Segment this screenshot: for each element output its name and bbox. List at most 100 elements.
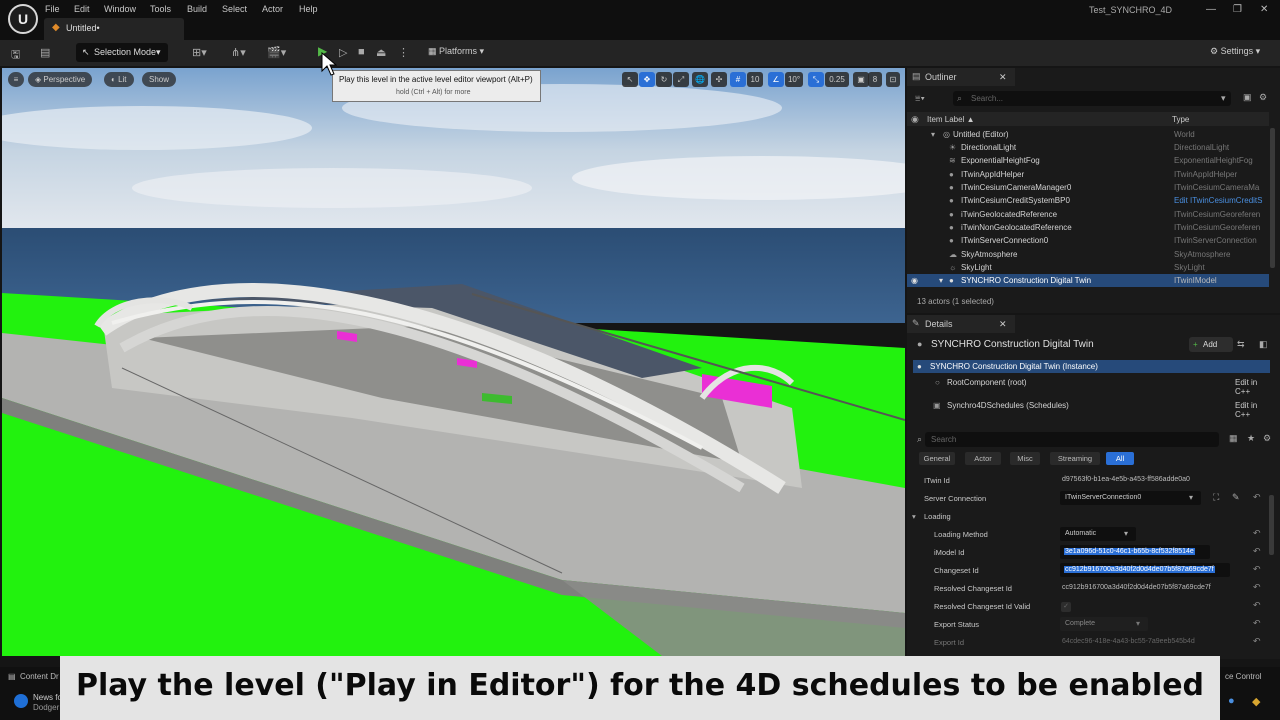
unreal-logo-icon[interactable]: U <box>8 4 38 34</box>
close-icon[interactable]: ✕ <box>1260 4 1268 15</box>
outliner-row[interactable]: ● ITwinCesiumCameraManager0 ITwinCesiumC… <box>907 181 1269 194</box>
level-viewport[interactable]: ≡ ◈ Perspective ◐ Lit Show ↖ ✥ ↻ ⤢ 🌐 ✣ #… <box>2 68 905 656</box>
tab-untitled[interactable]: ◆ Untitled• <box>44 18 184 40</box>
world-space-icon[interactable]: 🌐 <box>692 72 708 87</box>
scale-tool-icon[interactable]: ⤢ <box>673 72 689 87</box>
reset-icon[interactable]: ↶ <box>1253 582 1261 593</box>
eject-icon[interactable]: ⏏ <box>376 46 386 59</box>
scene-render[interactable] <box>2 68 905 656</box>
outliner-row[interactable]: ● ITwinCesiumCreditSystemBP0 Edit ITwinC… <box>907 194 1269 207</box>
edit-cpp-link[interactable]: Edit in C++ <box>1235 378 1270 396</box>
menu-file[interactable]: File <box>45 4 60 14</box>
filter-general[interactable]: General <box>919 452 955 465</box>
select-tool-icon[interactable]: ↖ <box>622 72 638 87</box>
more-options-icon[interactable]: ⋮ <box>398 46 409 59</box>
rotation-snap-value[interactable]: 10° <box>785 72 803 87</box>
edit-cpp-link[interactable]: Edit in C++ <box>1235 401 1270 419</box>
col-item-label[interactable]: Item Label ▲ <box>927 115 975 124</box>
platforms-dropdown[interactable]: ▦ Platforms ▾ <box>428 46 484 57</box>
outliner-row[interactable]: ● ITwinServerConnection0 ITwinServerConn… <box>907 234 1269 247</box>
scale-snap-icon[interactable]: ⤡ <box>808 72 824 87</box>
cinematics-icon[interactable]: 🎬▾ <box>267 46 286 59</box>
translate-tool-icon[interactable]: ✥ <box>639 72 655 87</box>
imodel-id-field[interactable]: 3e1a096d-51c0-46c1-b65b-8cf532f8514e <box>1060 545 1210 559</box>
selection-mode-dropdown[interactable]: ↖ Selection Mode ▾ <box>76 43 168 62</box>
details-scrollbar[interactable] <box>1269 495 1274 555</box>
changeset-id-field[interactable]: cc912b916700a3d40f2d0d4de07b5f87a69cde7f <box>1060 563 1230 577</box>
blueprint-icon[interactable]: ⋔▾ <box>231 46 246 59</box>
add-component-button[interactable]: + Add <box>1189 337 1233 352</box>
outliner-row[interactable]: ≋ ExponentialHeightFog ExponentialHeight… <box>907 154 1269 167</box>
category-loading[interactable]: ▾ Loading <box>907 508 1280 525</box>
grid-snap-value[interactable]: 10 <box>747 72 763 87</box>
tab-outliner[interactable]: ▤ Outliner ✕ <box>907 68 1015 86</box>
outliner-search-input[interactable]: ⌕ Search... ▾ <box>953 91 1231 106</box>
scale-snap-value[interactable]: 0.25 <box>825 72 849 87</box>
prop-value[interactable]: d97563f0-b1ea-4e5b-a453-ff586adde0a0 <box>1062 476 1190 483</box>
prop-value[interactable]: cc912b916700a3d40f2d0d4de07b5f87a69cde7f <box>1062 584 1211 591</box>
filter-all[interactable]: All <box>1106 452 1134 465</box>
dock-icon[interactable]: ◧ <box>1259 339 1268 350</box>
maximize-icon[interactable]: ❐ <box>1233 4 1242 15</box>
export-status-dropdown[interactable]: Complete ▾ <box>1060 617 1148 631</box>
gear-icon[interactable]: ⚙ <box>1259 92 1267 103</box>
maximize-viewport-icon[interactable]: ⊡ <box>886 72 900 87</box>
skip-icon[interactable]: ▷ <box>339 46 347 59</box>
picker-icon[interactable]: ✎ <box>1232 492 1240 503</box>
menu-build[interactable]: Build <box>187 4 207 14</box>
filter-streaming[interactable]: Streaming <box>1050 452 1100 465</box>
filter-actor[interactable]: Actor <box>965 452 1001 465</box>
component-row-schedules[interactable]: ▣ Synchro4DSchedules (Schedules) Edit in… <box>913 399 1270 419</box>
show-button[interactable]: Show <box>142 72 177 87</box>
close-icon[interactable]: ✕ <box>999 319 1007 330</box>
content-browser-icon[interactable]: ▤ <box>40 46 50 59</box>
add-actor-icon[interactable]: ⊞▾ <box>192 46 207 59</box>
tray-icon[interactable]: ◆ <box>1252 695 1260 708</box>
outliner-row[interactable]: ☁ SkyAtmosphere SkyAtmosphere <box>907 248 1269 261</box>
settings-button[interactable]: ⚙ Settings ▾ <box>1210 46 1260 57</box>
reset-icon[interactable]: ↶ <box>1253 564 1261 575</box>
tray-icon[interactable]: ● <box>1228 695 1235 707</box>
grid-snap-icon[interactable]: # <box>730 72 746 87</box>
perspective-button[interactable]: ◈ Perspective <box>28 72 93 87</box>
rotate-tool-icon[interactable]: ↻ <box>656 72 672 87</box>
camera-speed-value[interactable]: 8 <box>868 72 882 87</box>
col-type[interactable]: Type <box>1172 115 1189 124</box>
outliner-row[interactable]: ● iTwinNonGeolocatedReference ITwinCesiu… <box>907 221 1269 234</box>
reset-icon[interactable]: ↶ <box>1253 636 1261 647</box>
prop-value[interactable]: 64cdec96-418e-4a43-bc55-7a9eeb545b4d <box>1062 638 1195 645</box>
close-icon[interactable]: ✕ <box>999 72 1007 83</box>
menu-window[interactable]: Window <box>104 4 136 14</box>
save-icon[interactable]: 🖫 <box>11 46 20 65</box>
eye-icon[interactable]: ◉ <box>911 276 918 285</box>
lit-button[interactable]: ◐ Lit <box>104 72 134 87</box>
folder-add-icon[interactable]: ▣ <box>1243 92 1252 103</box>
browse-icon[interactable]: ⛶ <box>1213 492 1219 503</box>
reset-icon[interactable]: ↶ <box>1253 528 1261 539</box>
details-search-input[interactable]: Search <box>925 432 1219 447</box>
outliner-row-selected[interactable]: ◉ ▾ ● SYNCHRO Construction Digital Twin … <box>907 274 1269 287</box>
menu-actor[interactable]: Actor <box>262 4 283 14</box>
stop-icon[interactable]: ■ <box>358 46 365 58</box>
menu-edit[interactable]: Edit <box>74 4 90 14</box>
content-drawer-button[interactable]: Content Dr <box>20 672 59 681</box>
outliner-scrollbar[interactable] <box>1270 128 1275 268</box>
reset-icon[interactable]: ↶ <box>1253 618 1261 629</box>
rotation-snap-icon[interactable]: ∠ <box>768 72 784 87</box>
gear-icon[interactable]: ⚙ <box>1263 433 1271 444</box>
valid-checkbox[interactable]: ✓ <box>1061 602 1071 612</box>
hamburger-icon[interactable]: ≡ <box>8 72 24 87</box>
filter-icon[interactable]: ⩸▾ <box>915 93 925 104</box>
reset-icon[interactable]: ↶ <box>1253 492 1261 503</box>
component-row-root[interactable]: ○ RootComponent (root) Edit in C++ <box>913 376 1270 396</box>
star-icon[interactable]: ★ <box>1247 433 1255 444</box>
table-view-icon[interactable]: ▦ <box>1229 433 1238 444</box>
outliner-row-world[interactable]: ▾ ◎ Untitled (Editor) World <box>907 128 1269 141</box>
reset-icon[interactable]: ↶ <box>1253 546 1261 557</box>
server-connection-dropdown[interactable]: ITwinServerConnection0 ▾ <box>1060 491 1201 505</box>
outliner-row[interactable]: ☼ SkyLight SkyLight <box>907 261 1269 274</box>
blueprint-icon[interactable]: ⇆ <box>1237 339 1245 350</box>
loading-method-dropdown[interactable]: Automatic ▾ <box>1060 527 1136 541</box>
outliner-row[interactable]: ● iTwinGeolocatedReference ITwinCesiumGe… <box>907 208 1269 221</box>
outliner-row[interactable]: ● ITwinAppIdHelper ITwinAppIdHelper <box>907 168 1269 181</box>
